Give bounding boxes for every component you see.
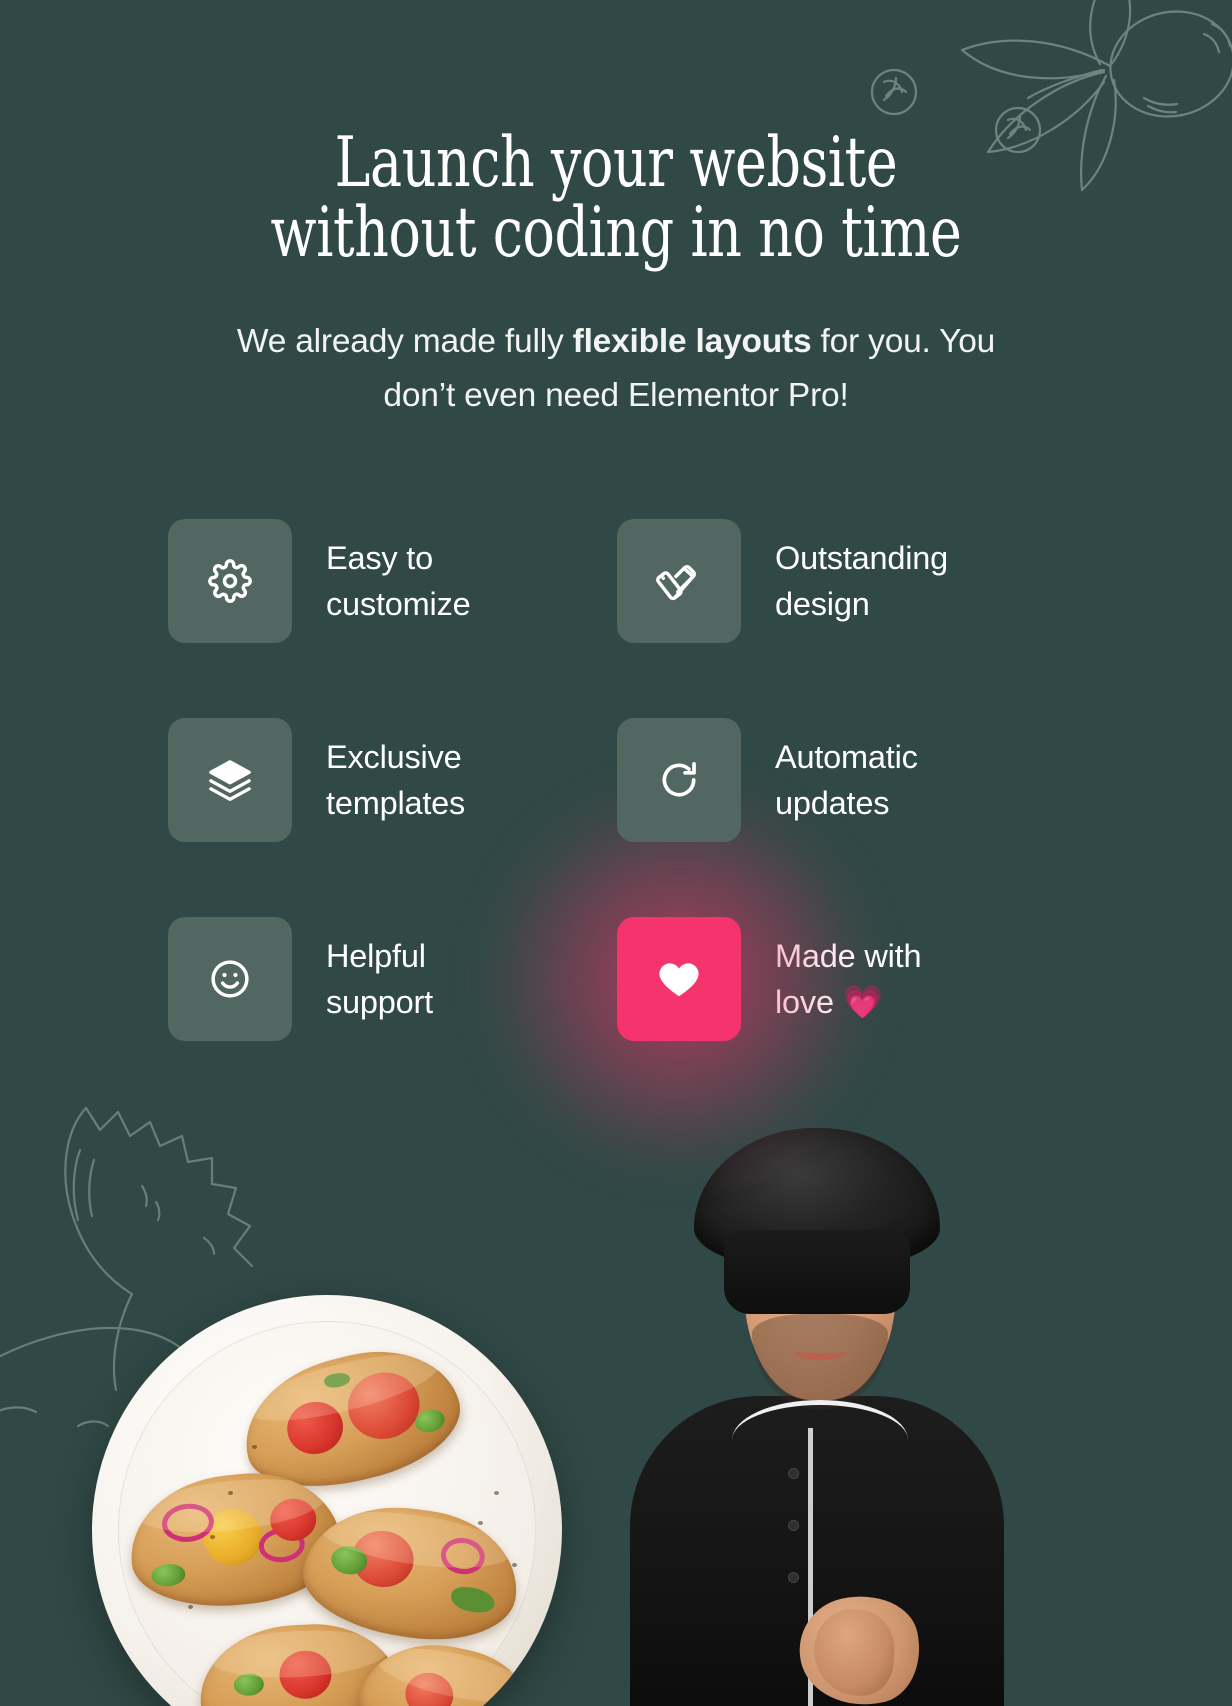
feature-item-easy-to-customize[interactable]: Easy to customize — [168, 519, 617, 644]
swatches-icon — [656, 558, 702, 604]
feature-icon-tile — [168, 917, 292, 1042]
page-title: Launch your website without coding in no… — [270, 123, 962, 274]
hero-subtitle: We already made fully flexible layouts f… — [221, 315, 1011, 424]
feature-item-helpful-support[interactable]: Helpful support — [168, 917, 617, 1042]
plate-disc — [92, 1295, 562, 1706]
feature-icon-tile — [168, 519, 292, 644]
feature-icon-tile-accent — [617, 917, 741, 1042]
chef-button — [788, 1572, 799, 1583]
subtitle-emphasis: flexible layouts — [572, 322, 812, 360]
feature-icon-tile — [168, 718, 292, 843]
subtitle-lead: We already made fully — [236, 322, 573, 360]
feature-label: Helpful support — [326, 938, 434, 1021]
layers-icon — [207, 757, 253, 803]
chef-toque — [694, 1128, 940, 1314]
feature-icon-tile — [617, 519, 741, 644]
chef-image — [612, 1128, 1022, 1706]
chef-button — [788, 1468, 799, 1479]
feature-grid: Easy to customize Outstanding design Exc… — [166, 519, 1066, 1230]
hero: Launch your website without coding in no… — [0, 0, 1232, 423]
feature-label: Exclusive templates — [326, 739, 466, 822]
chef-smile — [794, 1344, 846, 1360]
feature-label: Outstanding design — [775, 540, 949, 623]
feature-item-exclusive-templates[interactable]: Exclusive templates — [168, 718, 617, 843]
feature-label: Made with love 💗 — [775, 938, 922, 1021]
chef-button — [788, 1520, 799, 1531]
bruschetta-plate-image — [92, 1295, 562, 1706]
promo-page: Launch your website without coding in no… — [0, 0, 1232, 1706]
feature-item-made-with-love[interactable]: Made with love 💗 — [429, 729, 1066, 1230]
feature-item-outstanding-design[interactable]: Outstanding design — [617, 519, 1066, 644]
smiley-icon — [208, 957, 252, 1001]
feature-icon-tile — [617, 718, 741, 843]
heart-icon — [656, 956, 702, 1002]
gear-icon — [208, 559, 252, 604]
feature-label: Easy to customize — [326, 540, 471, 623]
feature-item-automatic-updates[interactable]: Automatic updates — [617, 718, 1066, 843]
refresh-icon — [657, 758, 701, 802]
feature-label: Automatic updates — [775, 739, 918, 822]
